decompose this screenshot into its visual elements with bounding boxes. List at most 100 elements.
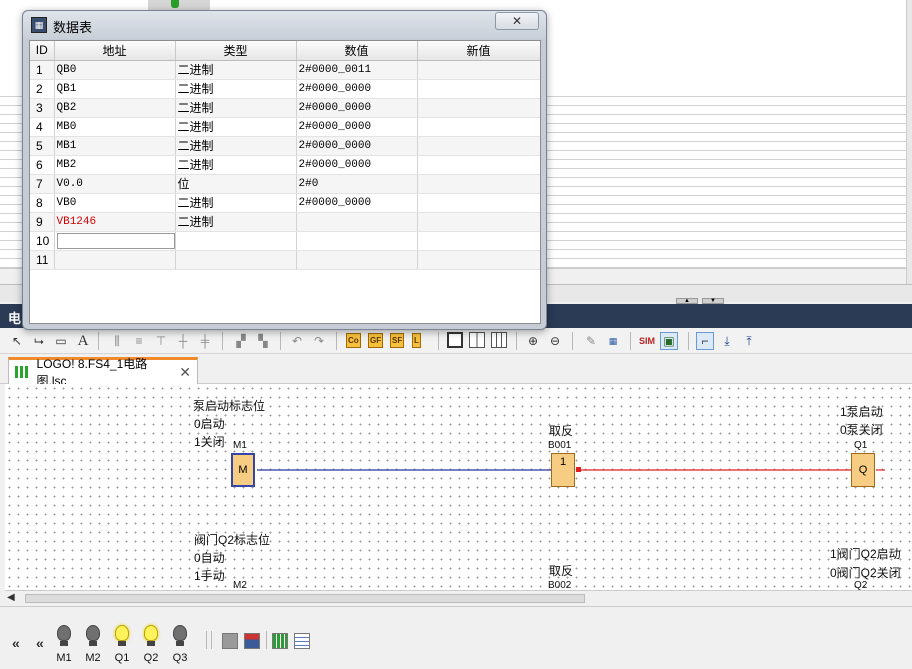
value-cell[interactable]: 2#0000_0000 — [296, 98, 418, 118]
distribute-horizontal-icon[interactable]: ┼ — [174, 332, 192, 350]
type-cell[interactable]: 二进制 — [175, 155, 297, 175]
address-cell[interactable] — [54, 250, 176, 270]
address-edit-input[interactable] — [56, 232, 174, 249]
address-cell[interactable] — [54, 231, 176, 251]
new-value-cell[interactable] — [417, 79, 540, 99]
comment-manual[interactable]: 1手动 — [194, 567, 225, 584]
value-cell[interactable]: 2#0000_0000 — [296, 193, 418, 213]
new-value-cell[interactable] — [417, 98, 540, 118]
zoom-in-icon[interactable]: ⊕ — [524, 332, 542, 350]
type-cell[interactable]: 二进制 — [175, 212, 297, 232]
group-icon[interactable]: ▞ — [232, 332, 250, 350]
column-header-id[interactable]: ID — [30, 41, 55, 61]
table-row[interactable]: 6 MB2 二进制 2#0000_0000 — [30, 155, 540, 175]
table-row[interactable]: 5 MB1 二进制 2#0000_0000 — [30, 136, 540, 156]
new-value-cell[interactable] — [417, 155, 540, 175]
type-cell[interactable]: 二进制 — [175, 60, 297, 80]
distribute-vertical-icon[interactable]: ╪ — [196, 332, 214, 350]
value-cell[interactable] — [296, 231, 418, 251]
comment-auto-start[interactable]: 0启动 — [194, 415, 225, 432]
table-row[interactable]: 1 QB0 二进制 2#0000_0011 — [30, 60, 540, 80]
stop-sim-icon[interactable] — [222, 633, 238, 649]
type-cell[interactable] — [175, 231, 297, 251]
table-row[interactable]: 11 — [30, 250, 540, 270]
split-view-icon[interactable] — [469, 332, 485, 348]
type-cell[interactable]: 二进制 — [175, 136, 297, 156]
ladder-button[interactable]: L — [412, 333, 421, 348]
new-value-cell[interactable] — [417, 231, 540, 251]
single-view-icon[interactable] — [447, 332, 463, 348]
tab-close-icon[interactable]: ✕ — [179, 364, 191, 381]
align-top-icon[interactable]: ⊤ — [152, 332, 170, 350]
address-cell[interactable]: VB1246 — [54, 212, 176, 232]
table-row[interactable]: 9 VB1246 二进制 — [30, 212, 540, 232]
new-value-cell[interactable] — [417, 60, 540, 80]
comment-pump-off[interactable]: 0泵关闭 — [840, 421, 883, 438]
canvas-horizontal-scrollbar[interactable]: ◀ — [5, 590, 912, 606]
comment-pump-start[interactable]: 1泵启动 — [840, 403, 883, 420]
address-cell[interactable]: QB1 — [54, 79, 176, 99]
new-value-cell[interactable] — [417, 250, 540, 270]
column-header-address[interactable]: 地址 — [54, 41, 176, 61]
basic-functions-button[interactable]: GF — [368, 333, 384, 348]
comment-close[interactable]: 1关闭 — [194, 433, 225, 450]
new-value-cell[interactable] — [417, 117, 540, 137]
table-row[interactable]: 7 V0.0 位 2#0 — [30, 174, 540, 194]
comment-auto[interactable]: 0自动 — [194, 549, 225, 566]
scroll-thumb[interactable] — [25, 594, 585, 603]
table-row[interactable]: 4 MB0 二进制 2#0000_0000 — [30, 117, 540, 137]
type-cell[interactable]: 二进制 — [175, 117, 297, 137]
scroll-left-icon[interactable]: ◀ — [7, 592, 15, 603]
simulation-icon[interactable]: SIM — [638, 332, 656, 350]
type-cell[interactable] — [175, 250, 297, 270]
pen-icon[interactable]: ✎ — [582, 332, 600, 350]
nav-back-icon[interactable]: « — [12, 635, 20, 651]
download-icon[interactable]: ⤓ — [718, 332, 736, 350]
lamp-q1[interactable]: Q1 — [109, 625, 135, 664]
hex-icon[interactable]: ▦ — [604, 332, 622, 350]
value-cell[interactable]: 2#0 — [296, 174, 418, 194]
block-m1[interactable]: M — [231, 453, 255, 487]
table-row[interactable]: 8 VB0 二进制 2#0000_0000 — [30, 193, 540, 213]
new-value-cell[interactable] — [417, 136, 540, 156]
select-pointer-icon[interactable]: ↖ — [8, 332, 26, 350]
column-header-new-value[interactable]: 新值 — [417, 41, 540, 61]
block-q1[interactable]: Q — [851, 453, 875, 487]
type-cell[interactable]: 二进制 — [175, 193, 297, 213]
lamp-q2[interactable]: Q2 — [138, 625, 164, 664]
dialog-close-button[interactable]: ✕ — [495, 12, 539, 30]
address-cell[interactable]: VB0 — [54, 193, 176, 213]
table-row[interactable]: 10 — [30, 231, 540, 251]
column-header-value[interactable]: 数值 — [296, 41, 418, 61]
upload-icon[interactable]: ⤒ — [740, 332, 758, 350]
comment-invert-1[interactable]: 取反 — [549, 422, 573, 439]
address-cell[interactable]: MB1 — [54, 136, 176, 156]
align-left-icon[interactable]: ⫼ — [108, 332, 126, 350]
align-right-icon[interactable]: ≡ — [130, 332, 148, 350]
value-cell[interactable]: 2#0000_0000 — [296, 136, 418, 156]
special-functions-button[interactable]: SF — [390, 333, 405, 348]
comment-valve-off[interactable]: 0阀门Q2关闭 — [830, 564, 901, 581]
address-cell[interactable]: QB2 — [54, 98, 176, 118]
pause-sim-icon[interactable] — [244, 633, 260, 649]
value-cell[interactable]: 2#0000_0000 — [296, 79, 418, 99]
lamp-m1[interactable]: M1 — [51, 625, 77, 664]
io-status-icon[interactable] — [272, 633, 288, 649]
comment-invert-2[interactable]: 取反 — [549, 562, 573, 579]
comment-pump-flag[interactable]: 泵启动标志位 — [193, 397, 265, 414]
value-cell[interactable] — [296, 212, 418, 232]
address-cell[interactable]: QB0 — [54, 60, 176, 80]
type-cell[interactable]: 位 — [175, 174, 297, 194]
column-header-type[interactable]: 类型 — [175, 41, 297, 61]
input-block-icon[interactable]: ▭ — [52, 332, 70, 350]
redo-icon[interactable]: ↷ — [310, 332, 328, 350]
diagram-canvas[interactable]: 泵启动标志位 0启动 1关闭 M1 M 取反 B001 1 1泵启动 0泵关闭 … — [5, 384, 912, 590]
comment-valve-flag[interactable]: 阀门Q2标志位 — [194, 531, 270, 548]
comment-valve-start[interactable]: 1阀门Q2启动 — [830, 545, 901, 562]
online-test-icon[interactable]: ▣ — [660, 332, 678, 350]
dialog-titlebar[interactable] — [23, 11, 546, 39]
block-b001[interactable]: 1 — [551, 453, 575, 487]
new-value-cell[interactable] — [417, 212, 540, 232]
data-table-icon[interactable] — [294, 633, 310, 649]
lamp-m2[interactable]: M2 — [80, 625, 106, 664]
